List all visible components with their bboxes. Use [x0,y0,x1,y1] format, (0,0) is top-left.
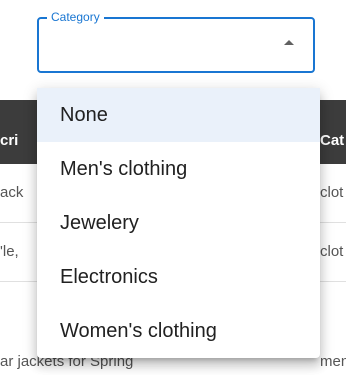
column-header-category[interactable]: Cat [320,100,344,164]
table-cell-category: clot [320,184,344,201]
category-select[interactable] [37,17,315,73]
menu-item-none[interactable]: None [37,88,320,142]
category-dropdown-menu: None Men's clothing Jewelery Electronics… [37,88,320,358]
table-cell-category: men's clot [320,353,346,370]
category-filter-screen: cri Cat ack clot 'le, clot ar jackets fo… [0,0,346,375]
menu-item-electronics[interactable]: Electronics [37,250,320,304]
table-cell-description: 'le, [0,243,19,260]
table-cell-description: ack [0,184,24,201]
column-header-description[interactable]: cri [0,100,18,164]
menu-item-jewelery[interactable]: Jewelery [37,196,320,250]
menu-item-mens-clothing[interactable]: Men's clothing [37,142,320,196]
arrow-drop-up-icon[interactable] [284,40,294,45]
category-select-label: Category [47,9,104,25]
menu-item-womens-clothing[interactable]: Women's clothing [37,304,320,358]
table-cell-category: clot [320,243,344,260]
